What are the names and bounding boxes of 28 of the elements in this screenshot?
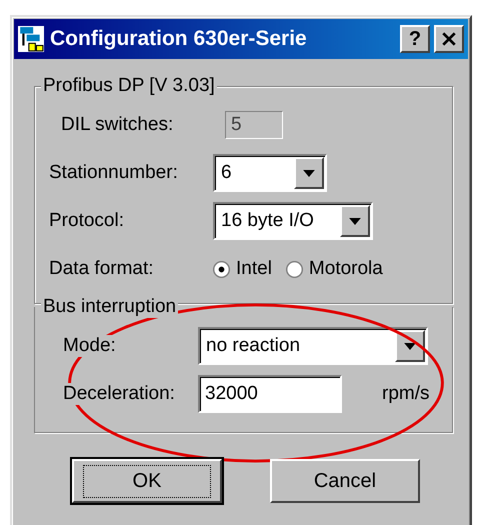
ok-button[interactable]: OK — [72, 459, 222, 503]
radio-button[interactable] — [286, 260, 303, 278]
close-icon — [441, 31, 457, 47]
caret-icon — [303, 170, 315, 176]
window-title: Configuration 630er-Serie — [50, 27, 308, 51]
help-button[interactable]: ? — [400, 25, 430, 53]
unit-label: rpm/s — [382, 383, 430, 405]
readonly-field: 5 — [225, 111, 283, 139]
caret-icon — [349, 218, 361, 224]
cancel-button[interactable]: Cancel — [270, 459, 420, 503]
field-label: Protocol: — [48, 210, 125, 232]
radio-option[interactable]: Intel — [213, 258, 272, 280]
close-button[interactable] — [434, 25, 464, 53]
dropdown-button[interactable] — [294, 157, 324, 189]
field-label: DIL switches: — [60, 114, 174, 136]
dropdown[interactable]: no reaction — [198, 327, 428, 365]
dropdown[interactable]: 6 — [213, 154, 327, 192]
group-title: Profibus DP [V 3.03] — [41, 75, 217, 97]
network-icon — [18, 26, 44, 52]
dropdown-button[interactable] — [340, 205, 370, 237]
dropdown[interactable]: 16 byte I/O — [213, 202, 373, 240]
field-label: Data format: — [48, 258, 155, 280]
group-title: Bus interruption — [41, 296, 178, 318]
caret-icon — [404, 342, 416, 350]
radio-option[interactable]: Motorola — [286, 258, 383, 280]
radio-button[interactable] — [213, 260, 230, 278]
field-label: Stationnumber: — [48, 162, 179, 184]
input-field[interactable]: 32000 — [198, 375, 342, 413]
